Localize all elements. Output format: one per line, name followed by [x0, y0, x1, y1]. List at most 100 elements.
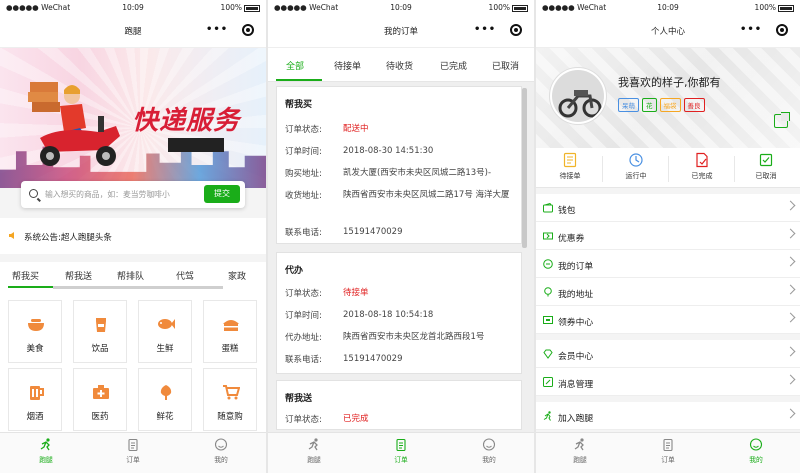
tab-home[interactable]: 跑腿: [26, 438, 66, 464]
user-face-icon: [482, 438, 496, 451]
chevron-right-icon: [785, 346, 796, 357]
bottom-tab-bar: 跑腿 订单 我的: [0, 432, 266, 473]
menu-label: 我的地址: [558, 290, 594, 300]
tab-orders[interactable]: 订单: [648, 438, 688, 464]
runner-icon: [40, 438, 50, 451]
menu-item-wallet[interactable]: 钱包: [536, 194, 800, 222]
tab-me[interactable]: 我的: [201, 438, 241, 464]
menu-group-2: 会员中心 消息管理: [536, 340, 800, 396]
more-dots-icon[interactable]: •••: [206, 24, 228, 35]
grid-item-cake[interactable]: 蛋糕: [203, 300, 257, 363]
order-card[interactable]: 帮我送 订单状态: 已完成: [276, 380, 522, 430]
product-category-grid: 美食 饮品 生鲜 蛋糕 烟酒 医药 鲜花 随意购: [0, 292, 266, 432]
row-value: 凯发大厦(西安市未央区凤城二路13号)-: [343, 168, 492, 178]
grid-item-flower[interactable]: 鲜花: [138, 368, 192, 431]
flower-icon: [160, 385, 172, 400]
clock-icon: [629, 153, 643, 167]
status-bar: ●●●●● WeChat 10:09 100%: [536, 0, 800, 14]
food-bowl-icon: [28, 319, 44, 331]
tab-label: 订单: [661, 456, 675, 464]
menu-item-member-center[interactable]: 会员中心: [536, 340, 800, 368]
search-box: 输入想买的商品，如：麦当劳咖啡小 提交: [21, 181, 245, 208]
shortcut-pending[interactable]: 待接单: [540, 152, 600, 181]
tab-label: 订单: [394, 456, 408, 464]
submit-button[interactable]: 提交: [204, 185, 240, 203]
more-dots-icon[interactable]: •••: [474, 24, 496, 35]
tab-to-receive[interactable]: 待收货: [386, 59, 413, 72]
row-value: 2018-08-30 14:51:30: [343, 146, 434, 156]
search-input[interactable]: 输入想买的商品，如：麦当劳咖啡小: [45, 189, 193, 200]
nav-bar: 跑腿 •••: [0, 14, 266, 48]
shortcut-label: 已取消: [755, 172, 777, 180]
profile-screen: ●●●●● WeChat 10:09 100% 个人中心 ••• 我喜欢的样子,…: [536, 0, 800, 473]
tab-cancelled[interactable]: 已取消: [492, 59, 519, 72]
battery-icon: [512, 4, 528, 12]
tab-orders[interactable]: 订单: [381, 438, 421, 464]
shortcut-completed[interactable]: 已完成: [672, 152, 732, 181]
orders-screen: ●●●●● WeChat 10:09 100% 我的订单 ••• 全部 待接单 …: [268, 0, 534, 473]
grid-item-medicine[interactable]: 医药: [73, 368, 127, 431]
miniprogram-capsule: •••: [736, 23, 790, 39]
grid-item-fresh[interactable]: 生鲜: [138, 300, 192, 363]
category-tab[interactable]: 家政: [228, 269, 246, 282]
system-notice[interactable]: 系统公告:超人跑腿头条: [0, 218, 266, 254]
home-screen: ●●●●● WeChat 10:09 100% 跑腿 ••• 快递服务 输入想买…: [0, 0, 266, 473]
grid-item-drink[interactable]: 饮品: [73, 300, 127, 363]
tab-orders[interactable]: 订单: [113, 438, 153, 464]
order-card[interactable]: 帮我买 订单状态: 配送中 订单时间: 2018-08-30 14:51:30 购买…: [276, 86, 522, 244]
service-category-tabs: 帮我买 帮我送 帮排队 代驾 家政: [0, 262, 266, 292]
user-tag: 花: [642, 98, 657, 112]
grid-item-food[interactable]: 美食: [8, 300, 62, 363]
close-target-icon[interactable]: [242, 24, 254, 36]
menu-item-my-address[interactable]: 我的地址: [536, 278, 800, 306]
menu-item-message-management[interactable]: 消息管理: [536, 368, 800, 396]
more-dots-icon[interactable]: •••: [740, 24, 762, 35]
user-face-icon: [214, 438, 228, 451]
row-key: 联系电话:: [285, 355, 322, 365]
row-value: 15191470029: [343, 227, 403, 237]
category-tab[interactable]: 帮我买: [12, 269, 39, 282]
clipboard-list-icon: [563, 152, 577, 168]
menu-item-coupon-center[interactable]: 领券中心: [536, 306, 800, 334]
tab-pending[interactable]: 待接单: [334, 59, 361, 72]
category-tab[interactable]: 帮我送: [65, 269, 92, 282]
tab-all[interactable]: 全部: [286, 59, 304, 72]
tab-completed[interactable]: 已完成: [440, 59, 467, 72]
tab-me[interactable]: 我的: [469, 438, 509, 464]
chevron-right-icon: [785, 284, 796, 295]
scrollbar[interactable]: [522, 88, 527, 248]
shortcut-cancelled[interactable]: 已取消: [736, 152, 796, 181]
runner-icon: [308, 438, 318, 451]
menu-label: 我的订单: [558, 262, 594, 272]
grid-item-free-buy[interactable]: 随意购: [203, 368, 257, 431]
tab-me[interactable]: 我的: [736, 438, 776, 464]
battery-percent: 100%: [488, 3, 510, 12]
beer-mug-icon: [30, 386, 44, 400]
category-tab[interactable]: 代驾: [176, 269, 194, 282]
grid-item-tobacco-alcohol[interactable]: 烟酒: [8, 368, 62, 431]
promo-banner[interactable]: 快递服务: [0, 48, 266, 188]
share-icon[interactable]: [774, 112, 790, 128]
order-card[interactable]: 代办 订单状态: 待接单 订单时间: 2018-08-18 10:54:18 代办地…: [276, 252, 522, 374]
menu-item-join-errand[interactable]: 加入跑腿: [536, 402, 800, 430]
category-tab[interactable]: 帮排队: [117, 269, 144, 282]
tab-scroll-track[interactable]: [53, 286, 223, 289]
row-key: 代办地址:: [285, 333, 322, 343]
close-target-icon[interactable]: [510, 24, 522, 36]
banner-title: 快递服务: [132, 106, 241, 136]
order-type: 帮我送: [285, 394, 313, 404]
menu-item-my-orders[interactable]: 我的订单: [536, 250, 800, 278]
row-value: 2018-08-18 10:54:18: [343, 310, 434, 320]
avatar[interactable]: [550, 68, 606, 124]
menu-label: 钱包: [558, 206, 576, 216]
shortcut-running[interactable]: 运行中: [606, 152, 666, 181]
cake-icon: [223, 320, 239, 331]
divider: [734, 156, 735, 182]
tab-home[interactable]: 跑腿: [294, 438, 334, 464]
nav-bar: 个人中心 •••: [536, 14, 800, 48]
close-target-icon[interactable]: [776, 24, 788, 36]
tab-label: 我的: [749, 456, 763, 464]
menu-item-coupons[interactable]: 优惠券: [536, 222, 800, 250]
tab-home[interactable]: 跑腿: [560, 438, 600, 464]
row-key: 购买地址:: [285, 169, 322, 179]
